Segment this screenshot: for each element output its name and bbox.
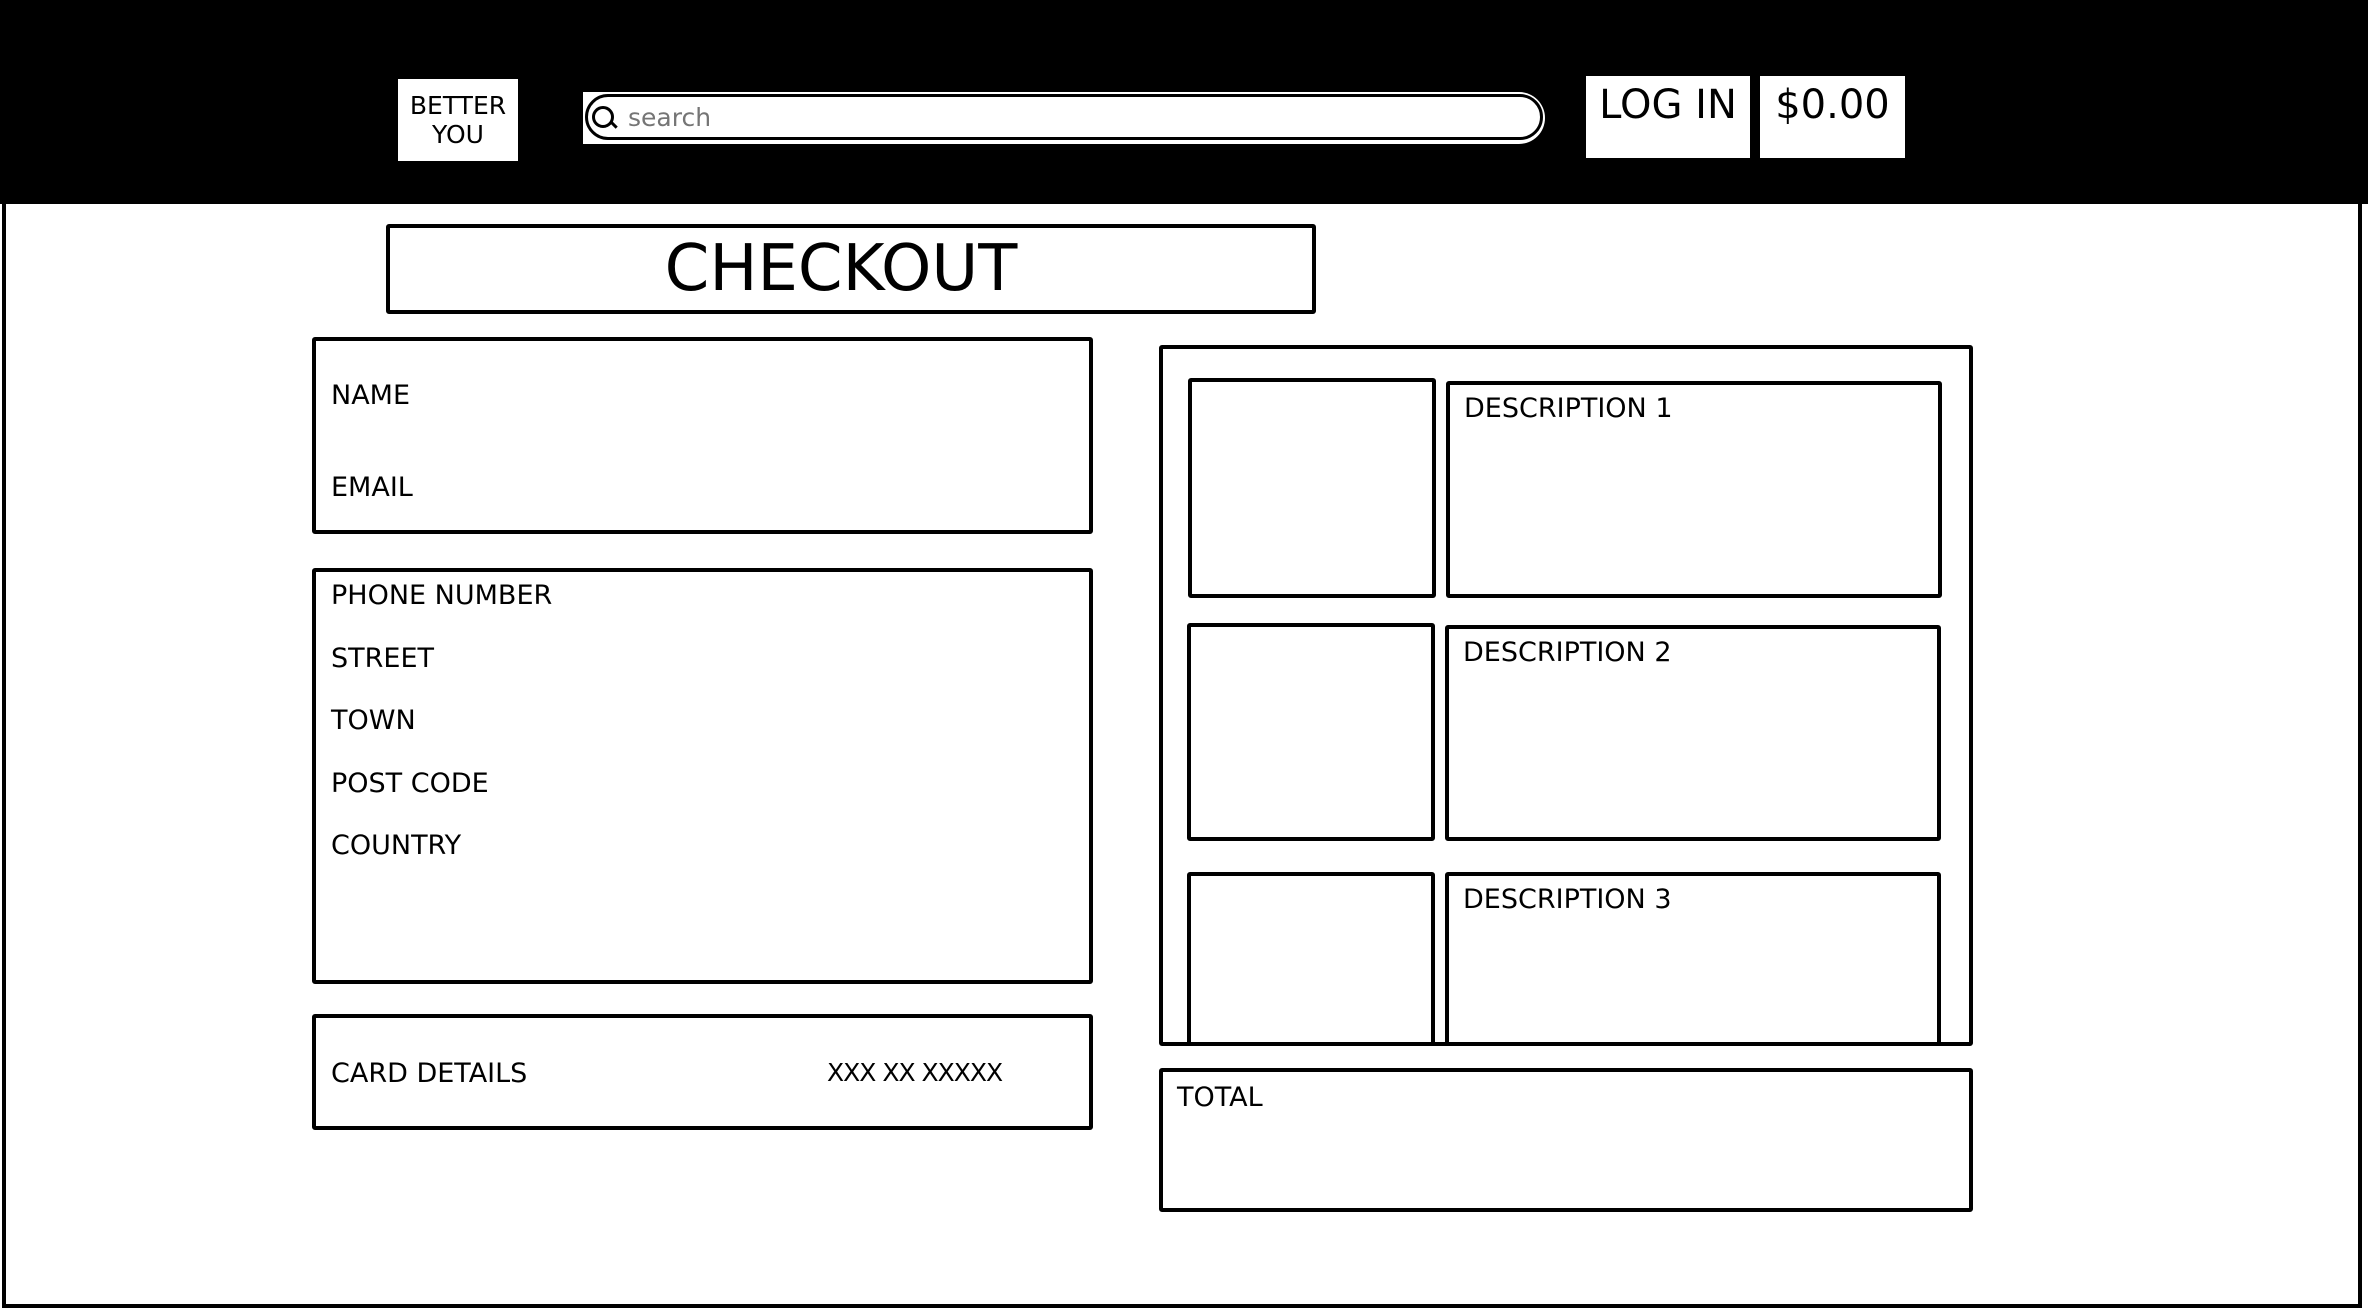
item-2-image: [1187, 623, 1435, 841]
post-code-field[interactable]: POST CODE: [331, 768, 489, 799]
contact-panel: NAME EMAIL: [312, 337, 1093, 534]
total-label: TOTAL: [1177, 1082, 1263, 1113]
country-field[interactable]: COUNTRY: [331, 830, 461, 861]
item-2-description-box: DESCRIPTION 2: [1445, 625, 1941, 841]
item-1-description: DESCRIPTION 1: [1464, 393, 1673, 424]
name-field[interactable]: NAME: [331, 380, 410, 411]
page-title-box: CHECKOUT: [386, 224, 1316, 314]
logo-button[interactable]: BETTER YOU: [395, 76, 521, 164]
email-field[interactable]: EMAIL: [331, 472, 413, 503]
phone-number-field[interactable]: PHONE NUMBER: [331, 580, 552, 611]
total-panel: TOTAL: [1159, 1068, 1973, 1212]
search-icon: [592, 106, 614, 128]
item-1-image: [1188, 378, 1436, 598]
item-3-image: [1187, 872, 1435, 1046]
logo-line-1: BETTER: [409, 91, 507, 120]
card-details-panel: CARD DETAILS XXX XX XXXXX: [312, 1014, 1093, 1130]
address-panel: PHONE NUMBER STREET TOWN POST CODE COUNT…: [312, 568, 1093, 984]
town-field[interactable]: TOWN: [331, 705, 416, 736]
login-label: LOG IN: [1599, 82, 1737, 128]
logo-line-2: YOU: [432, 120, 484, 149]
item-3-description-box: DESCRIPTION 3: [1445, 872, 1941, 1046]
search-input[interactable]: [585, 94, 1543, 140]
login-button[interactable]: LOG IN: [1583, 73, 1753, 161]
cart-total-button[interactable]: $0.00: [1757, 73, 1908, 161]
item-2-description: DESCRIPTION 2: [1463, 637, 1672, 668]
card-details-label: CARD DETAILS: [331, 1058, 528, 1089]
cart-total-label: $0.00: [1775, 82, 1890, 128]
street-field[interactable]: STREET: [331, 643, 434, 674]
page-title: CHECKOUT: [664, 232, 1018, 306]
card-number-field[interactable]: XXX XX XXXXX: [827, 1058, 1003, 1087]
item-1-description-box: DESCRIPTION 1: [1446, 381, 1942, 598]
item-3-description: DESCRIPTION 3: [1463, 884, 1672, 915]
